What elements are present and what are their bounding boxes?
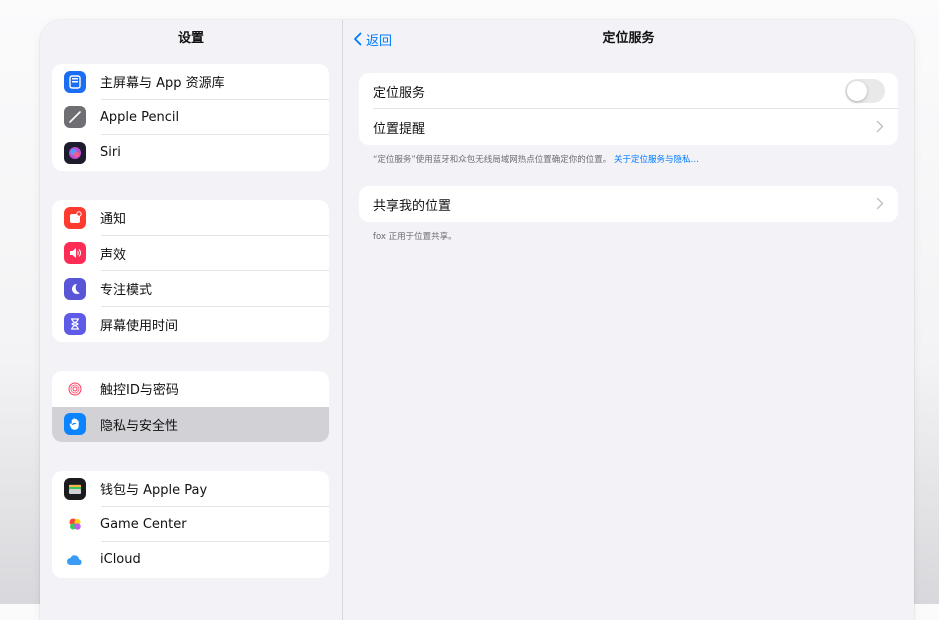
location-services-footer: “定位服务”使用蓝牙和众包无线局域网热点位置确定你的位置。 关于定位服务与隐私… (373, 153, 699, 165)
sidebar-item-label: 屏幕使用时间 (100, 318, 179, 334)
hourglass-icon (64, 313, 86, 336)
sidebar-item-notifications[interactable]: 通知 (52, 200, 329, 236)
chevron-right-icon (876, 120, 884, 133)
sidebar-title: 设置 (177, 31, 204, 46)
location-services-pane: 返回 定位服务 定位服务 位置提醒 “定位服务”使用蓝牙和众包无线局域网热点位置… (343, 20, 914, 620)
sidebar-item-label: Siri (100, 145, 121, 161)
settings-sidebar: 设置 主屏幕与 App 资源库 Apple Pencil Siri 通知 声效 … (40, 20, 343, 620)
sidebar-group-notifications: 通知 声效 专注模式 屏幕使用时间 (52, 200, 329, 342)
chevron-right-icon (876, 197, 884, 210)
home-screen-icon (64, 70, 86, 93)
sidebar-item-label: 专注模式 (100, 283, 153, 299)
pencil-icon (64, 106, 86, 129)
sounds-icon (64, 242, 86, 265)
siri-icon (64, 141, 86, 164)
sidebar-group-security: 触控ID与密码 隐私与安全性 (52, 371, 329, 442)
footer-description: “定位服务”使用蓝牙和众包无线局域网热点位置确定你的位置。 (373, 155, 612, 165)
sidebar-item-siri[interactable]: Siri (52, 135, 329, 171)
share-location-row[interactable]: 共享我的位置 (359, 186, 898, 222)
sidebar-item-label: 通知 (100, 212, 127, 228)
sidebar-item-touch-id[interactable]: 触控ID与密码 (52, 371, 329, 407)
share-location-footer: fox 正用于位置共享。 (373, 232, 457, 242)
sidebar-item-sounds[interactable]: 声效 (52, 236, 329, 271)
sidebar-item-label: Game Center (100, 516, 187, 532)
location-services-toggle[interactable] (845, 79, 885, 103)
nav-bar: 返回 定位服务 (343, 20, 914, 58)
sidebar-item-label: 声效 (100, 247, 127, 263)
fingerprint-icon (64, 377, 86, 400)
location-alerts-row[interactable]: 位置提醒 (359, 109, 898, 145)
sidebar-item-screen-time[interactable]: 屏幕使用时间 (52, 307, 329, 343)
notifications-icon (64, 206, 86, 229)
sidebar-item-icloud[interactable]: iCloud (52, 542, 329, 578)
sidebar-item-privacy[interactable]: 隐私与安全性 (52, 406, 329, 442)
toggle-knob (847, 81, 867, 101)
sidebar-group-services: 钱包与 Apple Pay Game Center iCloud (52, 471, 329, 578)
share-location-label: 共享我的位置 (373, 198, 452, 214)
share-location-card: 共享我的位置 (359, 186, 898, 222)
sidebar-item-label: 主屏幕与 App 资源库 (100, 76, 225, 92)
privacy-link[interactable]: 关于定位服务与隐私… (614, 155, 699, 165)
ipad-screen: 设置 主屏幕与 App 资源库 Apple Pencil Siri 通知 声效 … (40, 20, 914, 620)
sidebar-item-label: 隐私与安全性 (100, 418, 179, 434)
hand-icon (64, 413, 86, 436)
location-services-row: 定位服务 (359, 73, 898, 109)
sidebar-item-wallet[interactable]: 钱包与 Apple Pay (52, 471, 329, 507)
sidebar-item-game-center[interactable]: Game Center (52, 507, 329, 542)
sidebar-item-label: 钱包与 Apple Pay (100, 483, 208, 499)
location-services-label: 定位服务 (373, 85, 426, 101)
wallet-icon (64, 477, 86, 500)
sidebar-item-apple-pencil[interactable]: Apple Pencil (52, 100, 329, 135)
location-alerts-label: 位置提醒 (373, 121, 426, 137)
game-center-icon (64, 513, 86, 536)
sidebar-item-focus[interactable]: 专注模式 (52, 271, 329, 307)
location-services-card: 定位服务 位置提醒 (359, 73, 898, 145)
sidebar-item-label: 触控ID与密码 (100, 383, 179, 399)
sidebar-item-home-screen[interactable]: 主屏幕与 App 资源库 (52, 64, 329, 100)
sidebar-item-label: Apple Pencil (100, 109, 180, 125)
page-title: 定位服务 (602, 31, 655, 46)
sidebar-group-display: 主屏幕与 App 资源库 Apple Pencil Siri (52, 64, 329, 171)
sidebar-item-label: iCloud (100, 552, 141, 568)
moon-icon (64, 277, 86, 300)
cloud-icon (64, 548, 86, 571)
